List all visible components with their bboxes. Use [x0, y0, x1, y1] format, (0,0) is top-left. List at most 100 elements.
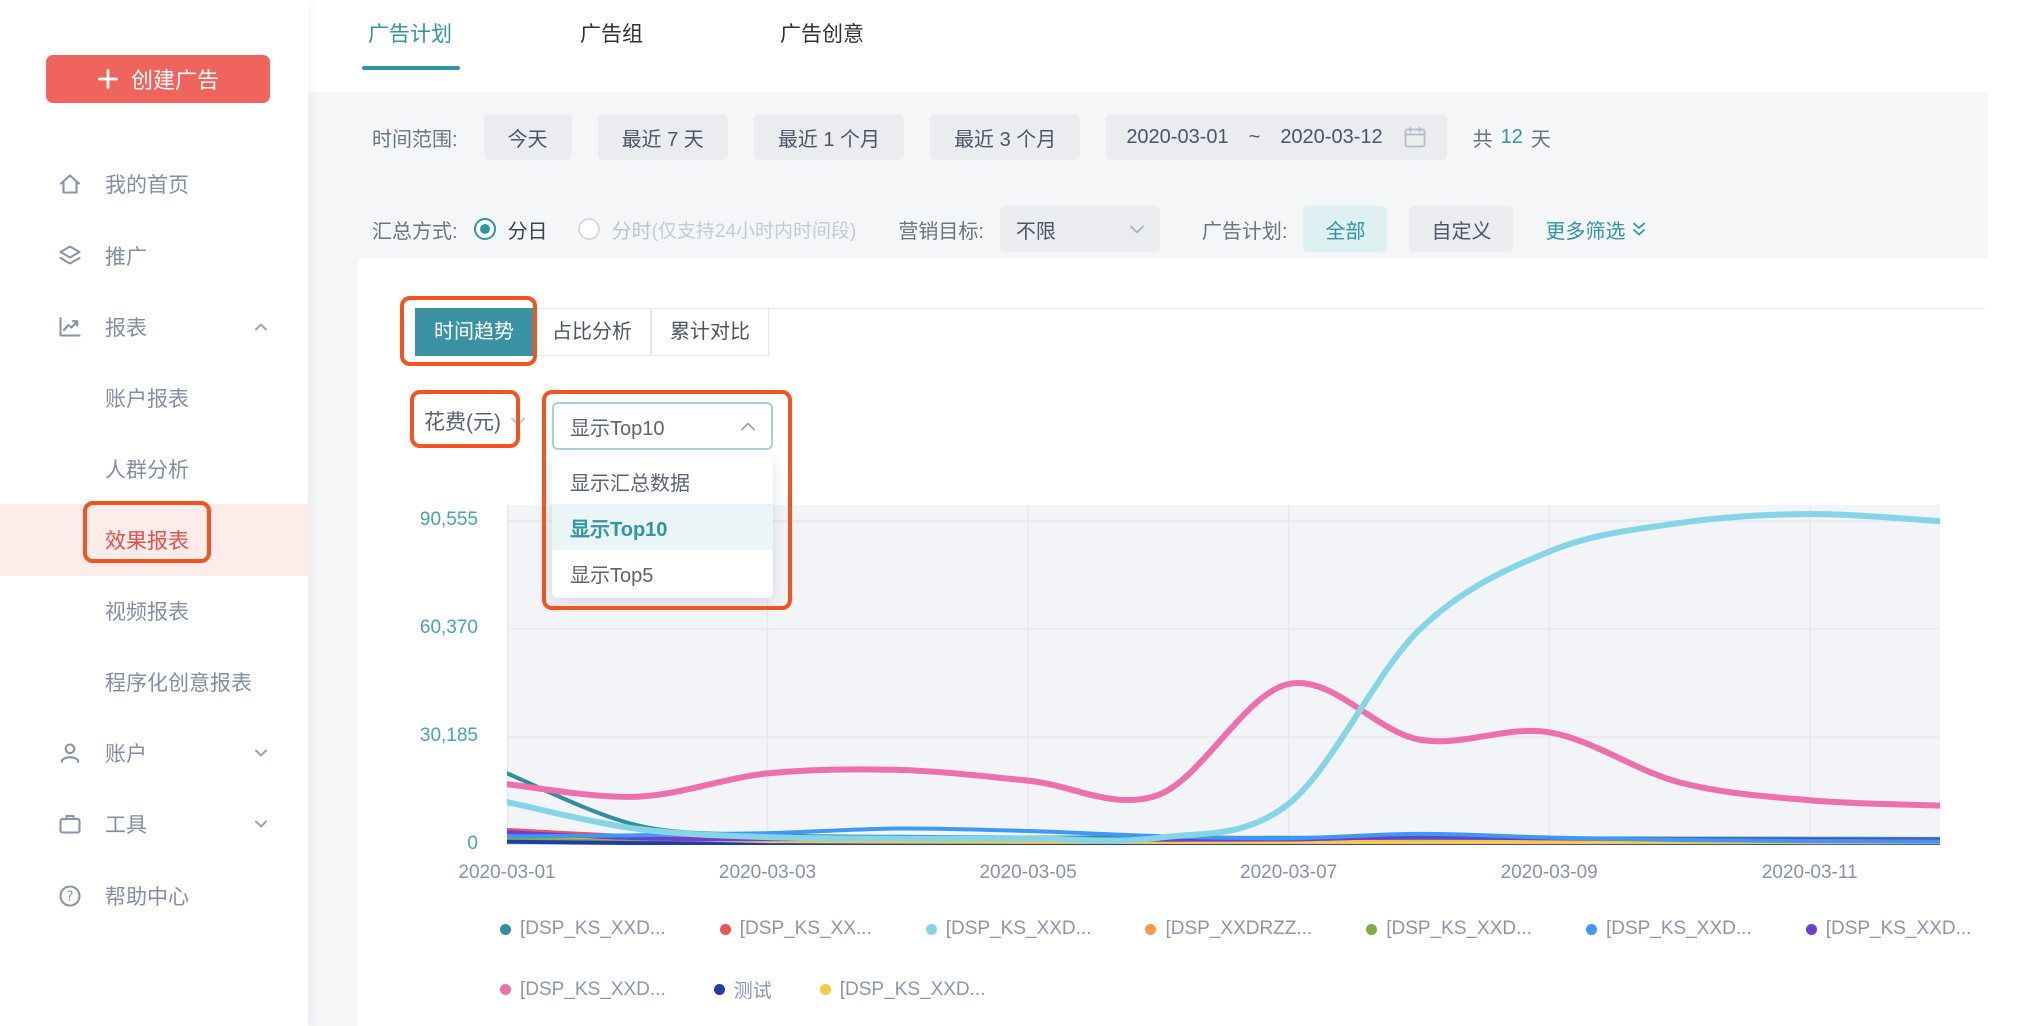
legend-dot — [500, 984, 511, 995]
sidebar-item-programmatic-creative-report[interactable]: 程序化创意报表 — [0, 646, 308, 718]
topn-dropdown-menu: 显示汇总数据 显示Top10 显示Top5 — [552, 456, 773, 598]
legend-label: [DSP_KS_XXD... — [946, 918, 1092, 940]
create-ad-button[interactable]: 创建广告 — [46, 55, 270, 103]
legend-item[interactable]: 测试 — [714, 976, 772, 1003]
sidebar-item-label: 账户报表 — [105, 383, 189, 413]
sidebar-item-reports[interactable]: 报表 — [0, 291, 308, 363]
legend-label: [DSP_KS_XXD... — [520, 918, 666, 940]
sidebar-item-account[interactable]: 账户 — [0, 717, 308, 789]
date-range-picker[interactable]: 2020-03-01 ~ 2020-03-12 — [1106, 114, 1446, 160]
chevron-down-icon — [252, 815, 270, 833]
tab-cumulative-compare[interactable]: 累计对比 — [651, 308, 769, 356]
radio-daily[interactable] — [474, 218, 496, 240]
legend-item[interactable]: [DSP_KS_XXD... — [500, 918, 666, 940]
legend-item[interactable]: [DSP_KS_XX... — [720, 918, 872, 940]
legend-dot — [1145, 924, 1156, 935]
radio-hourly-note: (仅支持24小时内时间段) — [652, 216, 857, 243]
line-chart-icon — [57, 314, 83, 340]
tab-share-analysis[interactable]: 占比分析 — [533, 308, 651, 356]
sidebar-item-label: 人群分析 — [105, 454, 189, 484]
help-icon: ? — [57, 883, 83, 909]
campaign-all-chip[interactable]: 全部 — [1303, 206, 1387, 252]
legend-label: 测试 — [734, 976, 772, 1003]
x-tick-label: 2020-03-01 — [432, 862, 582, 884]
y-tick-label: 30,185 — [388, 725, 478, 747]
legend-label: [DSP_KS_XXD... — [840, 979, 986, 1001]
tab-ad-plan[interactable]: 广告计划 — [368, 18, 452, 48]
legend-label: [DSP_KS_XX... — [740, 918, 872, 940]
legend-item[interactable]: [DSP_KS_XXD... — [820, 979, 986, 1001]
date-end: 2020-03-12 — [1280, 126, 1382, 149]
home-icon — [57, 171, 83, 197]
total-days-value: 12 — [1501, 126, 1523, 149]
sidebar-item-promotion[interactable]: 推广 — [0, 220, 308, 292]
legend-dot — [1366, 924, 1377, 935]
range-3months-button[interactable]: 最近 3 个月 — [930, 114, 1080, 160]
y-tick-label: 60,370 — [388, 617, 478, 639]
sidebar-item-home[interactable]: 我的首页 — [0, 148, 308, 220]
sidebar-item-video-report[interactable]: 视频报表 — [0, 575, 308, 647]
legend-dot — [820, 984, 831, 995]
sidebar-item-account-report[interactable]: 账户报表 — [0, 362, 308, 434]
tab-ad-group[interactable]: 广告组 — [580, 18, 643, 48]
sidebar-item-tools[interactable]: 工具 — [0, 788, 308, 860]
svg-text:?: ? — [67, 890, 74, 905]
toolbox-icon — [57, 811, 83, 837]
sidebar-item-label: 我的首页 — [105, 169, 189, 199]
option-show-top5[interactable]: 显示Top5 — [552, 550, 773, 596]
user-icon — [57, 740, 83, 766]
marketing-goal-label: 营销目标: — [898, 215, 984, 244]
more-filters-button[interactable]: 更多筛选 — [1545, 215, 1647, 244]
legend-item[interactable]: [DSP_KS_XXD... — [1366, 918, 1532, 940]
active-tab-underline — [362, 66, 460, 70]
metric-selector[interactable]: 花费(元) — [424, 406, 525, 436]
legend-item[interactable]: [DSP_KS_XXD... — [1586, 918, 1752, 940]
legend-label: [DSP_XXDRZZ... — [1165, 918, 1312, 940]
chevron-up-icon — [741, 422, 755, 431]
sidebar-item-label: 视频报表 — [105, 596, 189, 626]
radio-hourly[interactable] — [578, 218, 600, 240]
time-range-row: 时间范围: 今天 最近 7 天 最近 1 个月 最近 3 个月 2020-03-… — [372, 114, 1551, 160]
y-tick-label: 0 — [388, 833, 478, 855]
sidebar-item-effect-report[interactable]: 效果报表 — [0, 504, 308, 576]
legend-label: [DSP_KS_XXD... — [520, 979, 666, 1001]
sidebar-item-label: 帮助中心 — [105, 881, 189, 911]
legend-item[interactable]: [DSP_KS_XXD... — [1806, 918, 1972, 940]
legend-item[interactable]: [DSP_XXDRZZ... — [1145, 918, 1312, 940]
range-1month-button[interactable]: 最近 1 个月 — [754, 114, 904, 160]
range-7days-button[interactable]: 最近 7 天 — [598, 114, 728, 160]
aggregation-label: 汇总方式: — [372, 215, 458, 244]
sidebar-item-label: 账户 — [105, 738, 147, 768]
sidebar-item-help-center[interactable]: ? 帮助中心 — [0, 860, 308, 932]
marketing-goal-select[interactable]: 不限 — [1000, 206, 1160, 252]
option-show-summary[interactable]: 显示汇总数据 — [552, 458, 773, 504]
chevron-down-icon — [511, 417, 525, 426]
x-tick-label: 2020-03-03 — [693, 862, 843, 884]
legend-item[interactable]: [DSP_KS_XXD... — [926, 918, 1092, 940]
option-show-top10[interactable]: 显示Top10 — [552, 504, 773, 550]
legend-dot — [500, 924, 511, 935]
sidebar-item-label: 报表 — [105, 312, 147, 342]
legend-dot — [1806, 924, 1817, 935]
topn-select-value: 显示Top10 — [570, 412, 665, 441]
topn-select[interactable]: 显示Top10 — [552, 402, 773, 450]
legend-label: [DSP_KS_XXD... — [1386, 918, 1532, 940]
chart-legend-row-2: [DSP_KS_XXD... 测试 [DSP_KS_XXD... — [500, 976, 985, 1003]
campaign-custom-chip[interactable]: 自定义 — [1409, 206, 1513, 252]
tab-ad-creative[interactable]: 广告创意 — [780, 18, 864, 48]
total-days: 共 12 天 — [1473, 123, 1551, 152]
legend-item[interactable]: [DSP_KS_XXD... — [500, 979, 666, 1001]
calendar-icon — [1403, 125, 1427, 149]
radio-daily-label[interactable]: 分日 — [508, 215, 548, 244]
aggregation-row: 汇总方式: 分日 分时 (仅支持24小时内时间段) 营销目标: 不限 广告计划:… — [372, 206, 1647, 252]
tab-time-trend[interactable]: 时间趋势 — [415, 308, 533, 356]
radio-hourly-label[interactable]: 分时 — [612, 215, 652, 244]
chevron-down-icon — [1130, 225, 1144, 234]
chevron-up-icon — [252, 318, 270, 336]
x-tick-label: 2020-03-11 — [1735, 862, 1885, 884]
total-days-prefix: 共 — [1473, 123, 1493, 152]
sidebar-item-label: 效果报表 — [105, 525, 189, 555]
range-today-button[interactable]: 今天 — [484, 114, 572, 160]
page: 创建广告 我的首页 推广 报表 账户报表 — [0, 0, 2020, 1026]
sidebar-item-audience-analysis[interactable]: 人群分析 — [0, 433, 308, 505]
